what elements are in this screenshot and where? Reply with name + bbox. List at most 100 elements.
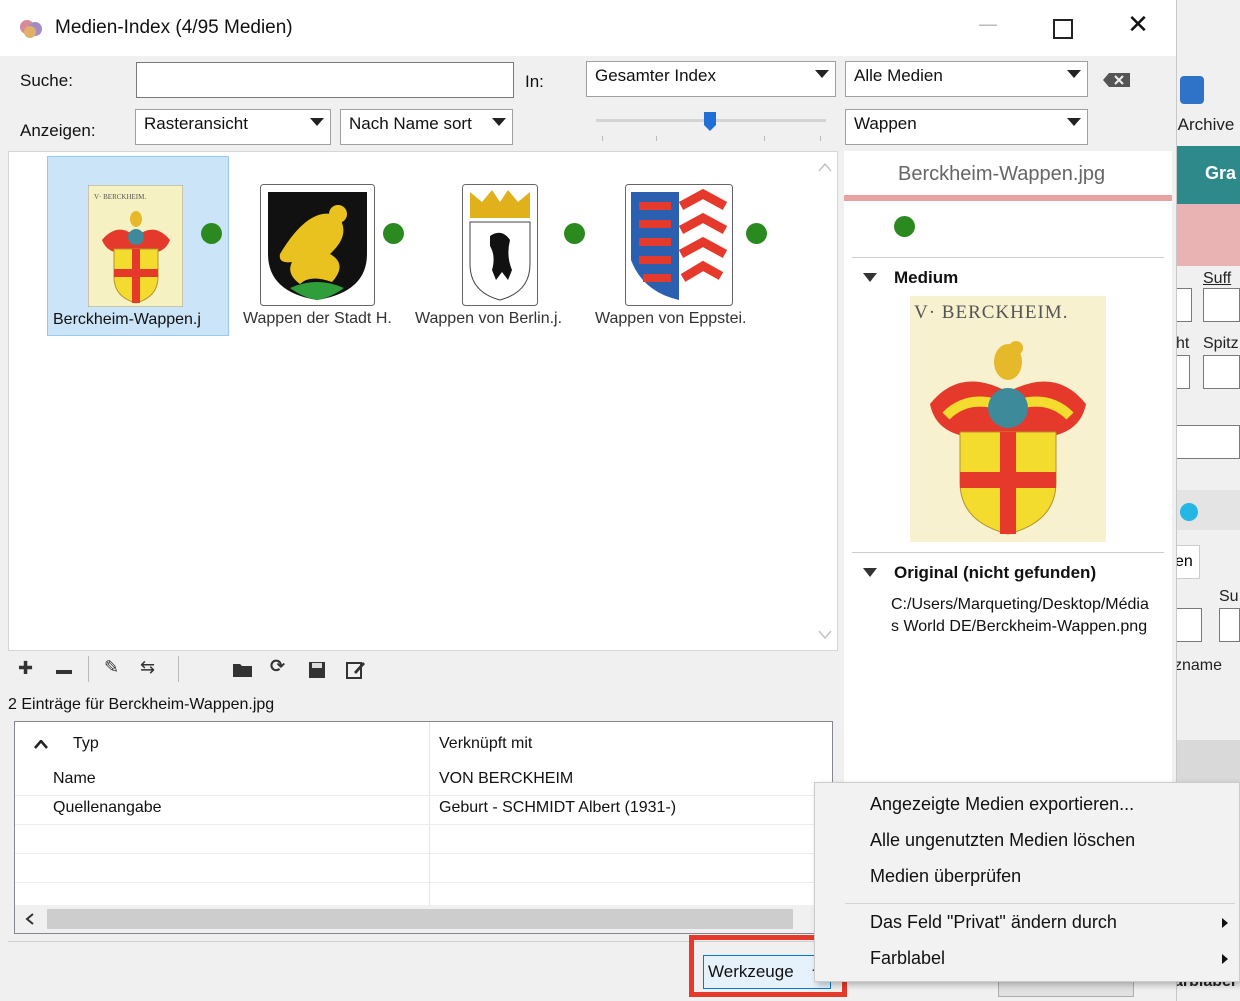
scope-value: Gesamter Index [595,66,716,85]
media-filter-value: Alle Medien [854,66,943,85]
coat-of-arms-thumbnail [88,185,183,307]
status-dot [894,216,915,237]
original-heading: Original (nicht gefunden) [894,563,1097,582]
grid-scrollbar[interactable] [813,152,837,650]
scroll-down-icon[interactable] [818,630,832,640]
category-select[interactable]: Wappen [845,109,1088,145]
archive-label: -Archive [1172,115,1235,134]
spitz-field[interactable] [1203,355,1240,389]
preview-inscription: V· BERCKHEIM. [914,302,1069,323]
thumbnail-inscription: V· BERCKHEIM. [94,193,147,201]
toolbar-separator [178,656,179,682]
column-header-linked[interactable]: Verknüpft mit [439,735,532,753]
scroll-left-icon[interactable] [25,913,35,925]
media-actions-toolbar: ✚ ✎ ⇆ ⟳ [8,652,838,688]
minimize-button[interactable]: — [968,12,1008,44]
column-header-type[interactable]: Typ [73,735,99,753]
add-icon[interactable]: ✚ [18,658,33,679]
save-icon[interactable] [308,661,326,679]
grid-item-caption: Wappen von Berlin.j. [415,310,563,327]
sort-ascending-icon[interactable] [34,740,48,749]
scrollbar-thumb[interactable] [47,909,793,929]
media-filter-select[interactable]: Alle Medien [845,61,1088,97]
close-button[interactable]: ✕ [1120,10,1156,44]
edit-icon[interactable]: ✎ [104,657,119,678]
label-zname: zname [1174,657,1223,674]
sort-value: Nach Name sort [349,114,472,133]
table-row [15,882,832,904]
tab-en-label: en [1175,553,1193,570]
edit-document-icon[interactable] [346,660,366,680]
menu-item-change-private[interactable]: Das Feld "Privat" ändern durch [870,912,1117,933]
table-header: Typ Verknüpft mit [15,722,832,912]
menu-item-export[interactable]: Angezeigte Medien exportieren... [870,794,1134,815]
zoom-slider[interactable] [596,112,826,144]
menu-item-delete-unused[interactable]: Alle ungenutzten Medien löschen [870,830,1135,851]
grid-item-caption: Wappen der Stadt H. [243,310,392,327]
slider-tick [656,136,657,141]
divider [852,257,1164,258]
table-row [15,824,832,854]
view-value: Rasteransicht [144,114,248,133]
menu-item-color-label[interactable]: Farblabel [870,948,945,969]
links-table: Typ Verknüpft mit Name VON BERCKHEIM Que… [14,721,833,934]
submenu-arrow-icon [1222,918,1228,928]
menu-item-check-media[interactable]: Medien überprüfen [870,866,1021,887]
tab-gra[interactable]: Gra [1172,146,1240,204]
detail-filename: Berckheim-Wappen.jpg [898,163,1106,185]
grid-item-caption: Berckheim-Wappen.j [53,311,201,328]
chevron-down-icon [1067,70,1081,78]
table-row[interactable]: Name VON BERCKHEIM [15,766,832,796]
show-label: Anzeigen: [20,121,96,140]
view-select[interactable]: Rasteransicht [135,109,331,145]
search-input[interactable] [136,62,514,98]
original-path: C:/Users/Marqueting/Desktop/Médias World… [891,596,1149,635]
submenu-arrow-icon [1222,954,1228,964]
media-grid: V· BERCKHEIM. Berckheim-Wappen.j Wappen … [8,151,838,651]
folder-icon[interactable] [232,662,254,678]
link-arrows-icon[interactable]: ⇆ [140,657,155,678]
slider-tick [764,136,765,141]
row-linked: VON BERCKHEIM [439,770,574,787]
status-dot [383,223,404,244]
grid-item[interactable]: Wappen von Eppstei. [591,156,777,336]
chevron-down-icon [1067,118,1081,126]
scroll-up-icon[interactable] [818,162,832,172]
slider-tick [602,136,603,141]
collapse-triangle-icon[interactable] [863,568,877,578]
bg-divider [1172,740,1240,782]
suffix-field[interactable] [1203,288,1240,322]
zoom-slider-thumb[interactable] [704,112,716,132]
app-icon [20,20,42,38]
status-dot [746,223,767,244]
label-suff: Suff [1203,270,1232,287]
medium-heading: Medium [894,268,959,287]
chevron-down-icon [815,70,829,78]
maximize-button[interactable] [1053,19,1073,39]
title-bar: Medien-Index (4/95 Medien) — ✕ [0,0,1176,56]
table-hscrollbar[interactable] [15,905,832,933]
scope-select[interactable]: Gesamter Index [586,61,836,97]
refresh-icon[interactable]: ⟳ [270,656,285,677]
archive-icon [1180,76,1204,104]
clear-filter-icon[interactable] [1102,71,1132,89]
bg-field-c[interactable] [1172,425,1240,459]
sort-select[interactable]: Nach Name sort [340,109,513,145]
tab-gra-label: Gra [1205,163,1237,183]
label-su: Su [1219,588,1239,605]
in-label: In: [525,72,544,91]
coat-of-arms-thumbnail [462,184,538,306]
grid-item[interactable]: V· BERCKHEIM. Berckheim-Wappen.j [47,156,229,336]
remove-icon[interactable] [56,670,72,674]
grid-item[interactable]: Wappen von Berlin.j. [411,156,587,336]
su-field[interactable] [1219,608,1240,642]
divider [852,552,1164,553]
label-ht: ht [1176,335,1190,352]
links-count: 2 Einträge für Berckheim-Wappen.jpg [8,696,275,713]
menu-separator [845,903,1235,904]
coat-of-arms-thumbnail [625,184,733,306]
table-row[interactable]: Quellenangabe Geburt - SCHMIDT Albert (1… [15,795,832,825]
table-row [15,853,832,883]
grid-item[interactable]: Wappen der Stadt H. [235,156,411,336]
collapse-triangle-icon[interactable] [863,273,877,283]
